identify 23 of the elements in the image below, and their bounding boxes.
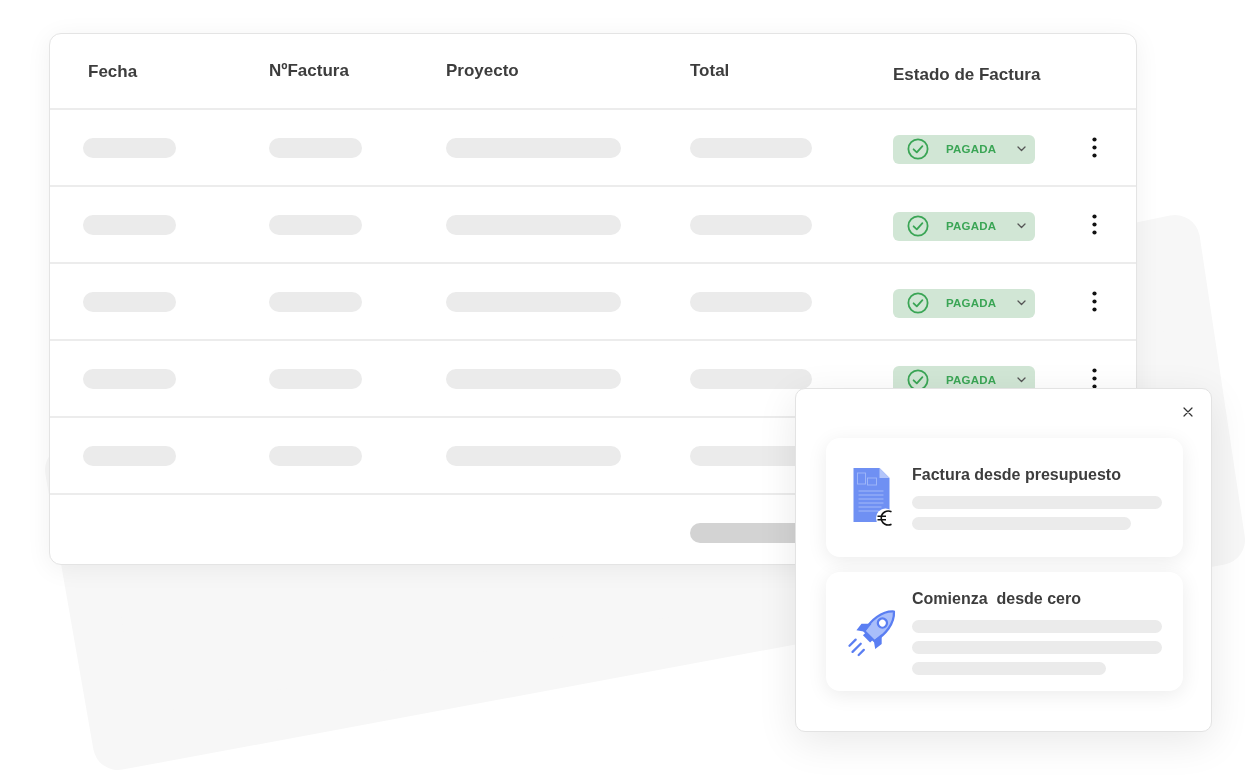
check-circle-icon	[907, 215, 929, 237]
option-card[interactable]: Comienza desde cero	[826, 572, 1183, 691]
option-card[interactable]: Factura desde presupuesto	[826, 438, 1183, 557]
column-header: Fecha	[87, 61, 139, 82]
check-circle-icon	[907, 369, 929, 391]
status-dropdown[interactable]: PAGADA	[893, 288, 1035, 318]
column-header: Estado de Factura	[893, 64, 1041, 85]
kebab-menu-icon[interactable]	[1092, 291, 1097, 312]
column-header: Proyecto	[446, 61, 520, 81]
status-dropdown[interactable]: PAGADA	[893, 134, 1035, 164]
chevron-down-icon	[1017, 223, 1027, 229]
chevron-down-icon	[1017, 377, 1027, 383]
close-icon[interactable]	[1183, 407, 1193, 417]
chevron-down-icon	[1017, 300, 1027, 306]
check-circle-icon	[907, 292, 929, 314]
chevron-down-icon	[1017, 146, 1027, 152]
kebab-menu-icon[interactable]	[1092, 368, 1097, 389]
status-dropdown[interactable]: PAGADA	[893, 211, 1035, 241]
kebab-menu-icon[interactable]	[1092, 137, 1097, 158]
column-header: NºFactura	[269, 61, 350, 81]
column-header: Total	[690, 61, 731, 81]
kebab-menu-icon[interactable]	[1092, 214, 1097, 235]
check-circle-icon	[907, 138, 929, 160]
